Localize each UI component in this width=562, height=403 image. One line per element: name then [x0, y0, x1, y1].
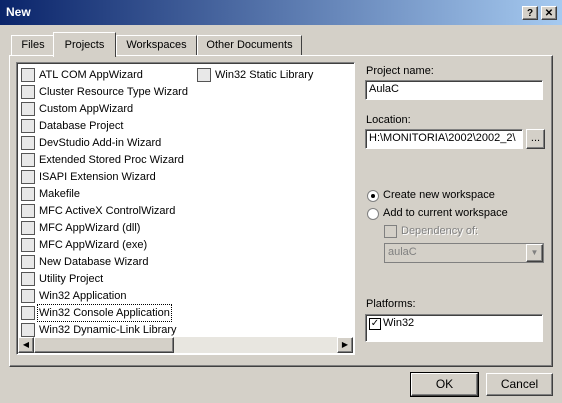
dependency-value: aulaC [388, 246, 417, 258]
list-item-label: MFC AppWizard (dll) [39, 222, 141, 234]
tab-workspaces[interactable]: Workspaces [116, 35, 197, 55]
add-to-workspace-label: Add to current workspace [383, 207, 508, 219]
dll-icon [21, 323, 35, 337]
list-item-label: Makefile [39, 188, 80, 200]
scroll-right-icon[interactable]: ▶ [337, 337, 353, 353]
list-item-label: MFC ActiveX ControlWizard [39, 205, 176, 217]
tab-other-documents[interactable]: Other Documents [197, 35, 302, 55]
tab-projects[interactable]: Projects [53, 32, 116, 57]
list-item-label: Custom AppWizard [39, 103, 134, 115]
list-item-label: Utility Project [39, 273, 104, 285]
horizontal-scrollbar[interactable]: ◀ ▶ [18, 337, 353, 353]
list-item-label: Win32 Console Application [37, 304, 172, 322]
console-icon [21, 306, 35, 320]
help-button[interactable]: ? [522, 6, 538, 20]
location-label: Location: [366, 114, 411, 126]
window-title: New [6, 5, 31, 19]
win32-app-icon [21, 289, 35, 303]
ok-button[interactable]: OK [410, 372, 479, 397]
project-type-list[interactable]: ATL COM AppWizard Cluster Resource Type W… [16, 62, 355, 355]
create-new-workspace-label: Create new workspace [383, 189, 495, 201]
list-item-label: Win32 Application [39, 290, 127, 302]
static-lib-icon [197, 68, 211, 82]
list-item-label: New Database Wizard [39, 256, 149, 268]
scroll-left-icon[interactable]: ◀ [18, 337, 34, 353]
title-bar[interactable]: New ? ✕ [0, 0, 562, 25]
activex-icon [21, 204, 35, 218]
add-to-workspace-radio[interactable] [367, 208, 379, 220]
new-database-icon [21, 255, 35, 269]
win32-platform-checkbox[interactable]: ✓ [369, 318, 381, 330]
project-name-input[interactable]: AulaC [365, 80, 543, 100]
mfc-dll-icon [21, 221, 35, 235]
dependency-select[interactable]: aulaC [384, 243, 544, 263]
isapi-icon [21, 170, 35, 184]
dependency-checkbox[interactable] [384, 225, 397, 238]
list-item-label: ISAPI Extension Wizard [39, 171, 156, 183]
cluster-icon [21, 85, 35, 99]
list-item-label: DevStudio Add-in Wizard [39, 137, 162, 149]
location-input[interactable]: H:\MONITORIA\2002\2002_2\ [365, 129, 523, 149]
list-item-label: Extended Stored Proc Wizard [39, 154, 184, 166]
addin-icon [21, 136, 35, 150]
utility-icon [21, 272, 35, 286]
dependency-label: Dependency of: [401, 225, 479, 237]
win32-platform-label: Win32 [383, 317, 415, 329]
makefile-icon [21, 187, 35, 201]
stored-proc-icon [21, 153, 35, 167]
scroll-thumb[interactable] [34, 337, 174, 353]
list-item-label: Database Project [39, 120, 124, 132]
tab-files[interactable]: Files [11, 35, 55, 55]
close-button[interactable]: ✕ [541, 6, 557, 20]
chevron-down-icon[interactable]: ▼ [526, 244, 543, 262]
atl-icon [21, 68, 35, 82]
cancel-button[interactable]: Cancel [486, 373, 553, 396]
platforms-label: Platforms: [366, 298, 416, 310]
list-item-label: Win32 Static Library [215, 69, 314, 81]
browse-button[interactable]: ... [526, 129, 545, 149]
custom-appwizard-icon [21, 102, 35, 116]
platforms-list[interactable]: ✓ Win32 [365, 314, 543, 342]
mfc-exe-icon [21, 238, 35, 252]
list-item-label: Win32 Dynamic-Link Library [39, 324, 177, 336]
database-icon [21, 119, 35, 133]
list-item-label: ATL COM AppWizard [39, 69, 143, 81]
list-item-label: MFC AppWizard (exe) [39, 239, 148, 251]
list-item-label: Cluster Resource Type Wizard [39, 86, 188, 98]
create-new-workspace-radio[interactable] [367, 190, 379, 202]
project-name-label: Project name: [366, 65, 434, 77]
